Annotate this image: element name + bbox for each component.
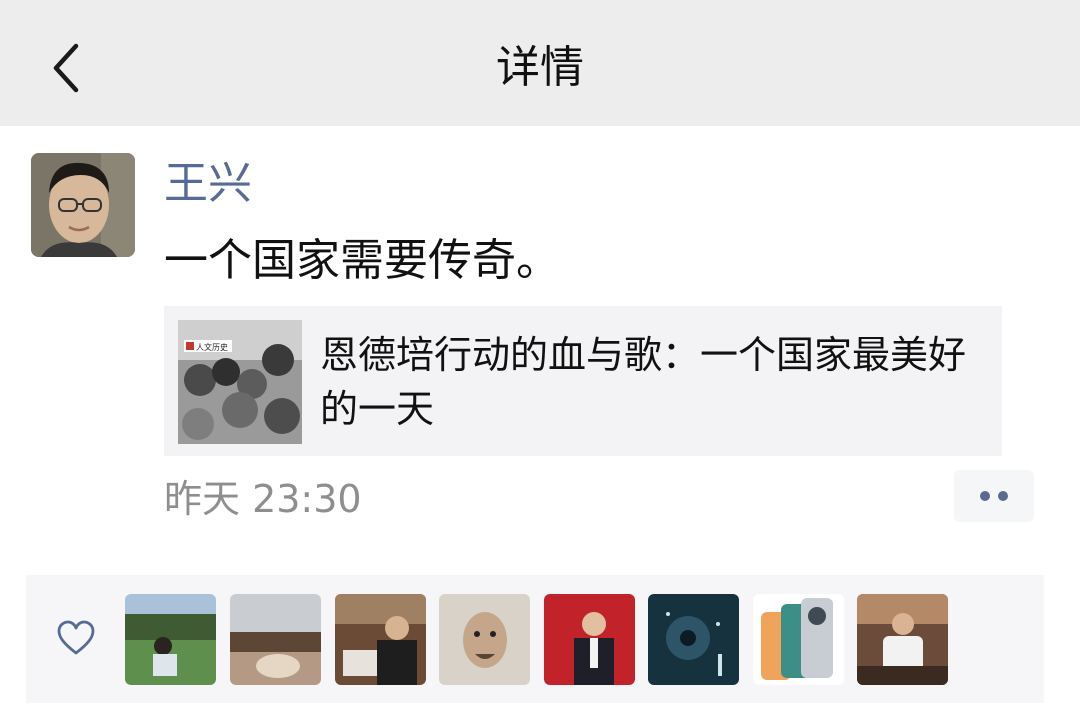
liker-photo <box>753 594 844 685</box>
liker-avatar[interactable] <box>439 594 530 685</box>
liker-avatar[interactable] <box>648 594 739 685</box>
more-dots-icon <box>998 491 1008 501</box>
thumbnail-photo: 人文历史 <box>178 320 302 444</box>
bottom-edge <box>0 704 1080 713</box>
navigation-bar: 详情 <box>0 0 1080 126</box>
liker-avatar[interactable] <box>544 594 635 685</box>
liker-photo <box>648 594 739 685</box>
page-title: 详情 <box>496 42 584 93</box>
shared-article-card[interactable]: 人文历史 恩德培行动的血与歌：一个国家最美好的一天 <box>164 306 1002 456</box>
more-actions-button[interactable] <box>954 470 1034 522</box>
liker-photo <box>125 594 216 685</box>
liker-avatar[interactable] <box>857 594 948 685</box>
author-avatar[interactable] <box>31 153 135 257</box>
liker-photo <box>230 594 321 685</box>
liker-photo <box>857 594 948 685</box>
more-dots-icon <box>980 491 990 501</box>
liker-avatar[interactable] <box>753 594 844 685</box>
svg-text:人文历史: 人文历史 <box>196 342 228 352</box>
avatar-image <box>31 153 135 257</box>
liker-photo <box>439 594 530 685</box>
liker-avatar[interactable] <box>125 594 216 685</box>
likes-panel <box>26 575 1044 703</box>
heart-icon <box>57 620 95 655</box>
liker-avatar[interactable] <box>230 594 321 685</box>
liker-avatar[interactable] <box>335 594 426 685</box>
liker-photo <box>335 594 426 685</box>
shared-article-title: 恩德培行动的血与歌：一个国家最美好的一天 <box>320 333 967 431</box>
article-thumbnail: 人文历史 <box>178 320 302 444</box>
liker-photo <box>544 594 635 685</box>
post-text: 一个国家需要传奇。 <box>164 235 560 286</box>
author-name[interactable]: 王兴 <box>164 152 252 216</box>
post-timestamp: 昨天 23:30 <box>164 477 362 521</box>
